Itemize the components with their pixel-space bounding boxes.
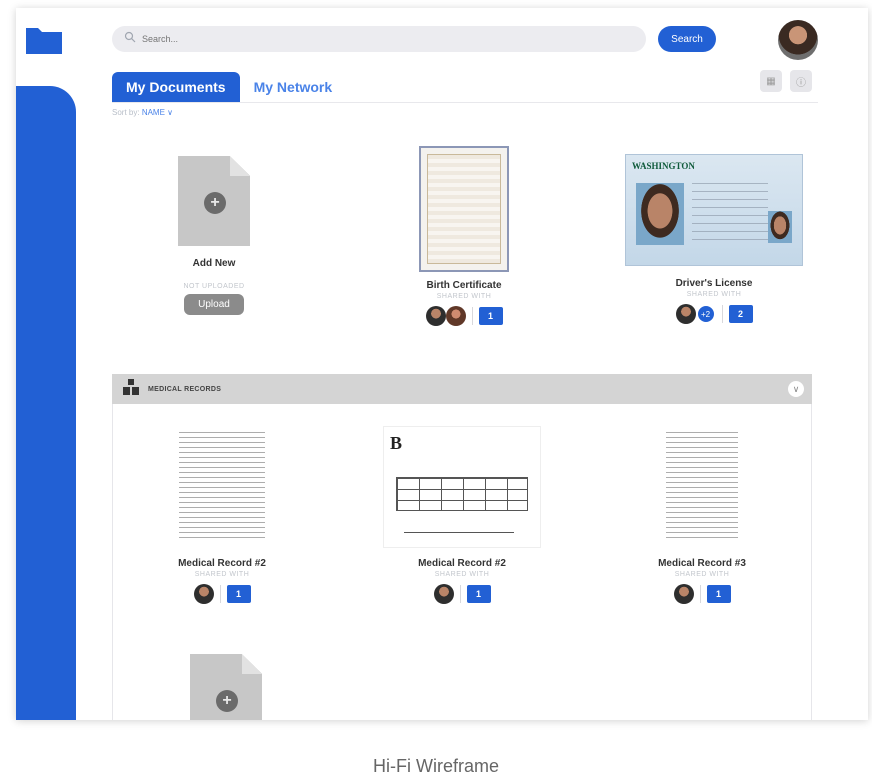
medical-record-card[interactable]: Medical Record #3 SHARED WITH 1: [612, 426, 792, 604]
avatar[interactable]: [675, 304, 696, 324]
avatar[interactable]: [445, 306, 466, 326]
avatar[interactable]: [193, 584, 214, 604]
share-row: 1: [612, 584, 792, 604]
folder-count-badge[interactable]: 1: [706, 585, 731, 603]
share-row: 1: [372, 584, 552, 604]
folder-count-badge[interactable]: 1: [478, 307, 503, 325]
sidebar: [16, 86, 76, 720]
doc-shared-label: SHARED WITH: [686, 291, 742, 298]
search-icon: [124, 30, 136, 48]
medical-records-header[interactable]: MEDICAL RECORDS ∨: [112, 374, 812, 404]
caption: Hi-Fi Wireframe: [373, 756, 499, 776]
document-thumbnail[interactable]: B: [383, 426, 541, 548]
plus-icon: +: [216, 690, 238, 712]
document-thumbnail[interactable]: [175, 426, 269, 546]
tab-my-documents[interactable]: My Documents: [112, 72, 240, 102]
view-toggles: ▦ ⓘ: [760, 70, 812, 92]
doc-status: NOT UPLOADED: [183, 283, 245, 290]
tab-my-network[interactable]: My Network: [240, 72, 347, 102]
grid-view-icon[interactable]: ▦: [760, 70, 782, 92]
file-placeholder-icon: +: [190, 654, 262, 720]
avatar[interactable]: [673, 584, 694, 604]
chevron-down-icon[interactable]: ∨: [788, 381, 804, 397]
upload-button[interactable]: Upload: [184, 294, 244, 315]
file-placeholder-icon: +: [178, 156, 250, 246]
folder-count-badge[interactable]: 1: [226, 585, 251, 603]
more-users-badge[interactable]: +2: [695, 304, 716, 324]
document-thumbnail[interactable]: [662, 426, 742, 546]
search-button[interactable]: Search: [658, 26, 716, 52]
avatar[interactable]: [433, 584, 454, 604]
folder-count-badge[interactable]: 2: [728, 305, 753, 323]
birth-certificate-card[interactable]: Birth Certificate SHARED WITH 1: [374, 146, 554, 326]
doc-title: Add New: [192, 258, 236, 269]
user-avatar[interactable]: [778, 20, 818, 60]
add-new-card[interactable]: + Add New NOT UPLOADED Upload: [124, 156, 304, 315]
medical-record-card[interactable]: Medical Record #2 SHARED WITH 1: [132, 426, 312, 604]
avatar[interactable]: [425, 306, 446, 326]
info-icon[interactable]: ⓘ: [790, 70, 812, 92]
document-thumbnail[interactable]: WASHINGTON: [625, 154, 803, 266]
doc-title: Driver's License: [675, 278, 753, 289]
sort-label: Sort by:: [112, 108, 140, 117]
plus-icon: +: [204, 192, 226, 214]
doc-title: Medical Record #2: [178, 558, 266, 569]
doc-shared-label: SHARED WITH: [436, 293, 492, 300]
add-new-card[interactable]: +: [136, 654, 316, 720]
doc-shared-label: SHARED WITH: [434, 571, 490, 578]
doc-title: Medical Record #3: [658, 558, 746, 569]
document-mark: B: [390, 433, 403, 453]
search-input[interactable]: [142, 34, 602, 44]
tab-divider: [112, 102, 818, 103]
doc-shared-label: SHARED WITH: [674, 571, 730, 578]
share-row: +2 2: [624, 304, 804, 324]
tab-bar: My Documents My Network: [112, 72, 346, 102]
search-bar[interactable]: [112, 26, 646, 52]
doc-title: Birth Certificate: [426, 280, 502, 291]
medical-kit-icon: [122, 378, 140, 401]
share-row: 1: [132, 584, 312, 604]
sort-value[interactable]: NAME ∨: [142, 108, 173, 117]
section-title: MEDICAL RECORDS: [148, 385, 222, 393]
folder-logo-icon[interactable]: [24, 24, 64, 56]
medical-record-card[interactable]: B Medical Record #2 SHARED WITH 1: [372, 426, 552, 604]
folder-count-badge[interactable]: 1: [466, 585, 491, 603]
document-thumbnail[interactable]: [419, 146, 509, 272]
license-heading: WASHINGTON: [632, 161, 695, 171]
drivers-license-card[interactable]: WASHINGTON Driver's License SHARED WITH …: [624, 154, 804, 324]
sort-control[interactable]: Sort by: NAME ∨: [112, 108, 173, 117]
doc-title: Medical Record #2: [418, 558, 506, 569]
app-window: Search My Documents My Network ▦ ⓘ Sort …: [16, 8, 868, 720]
share-row: 1: [374, 306, 554, 326]
doc-shared-label: SHARED WITH: [194, 571, 250, 578]
